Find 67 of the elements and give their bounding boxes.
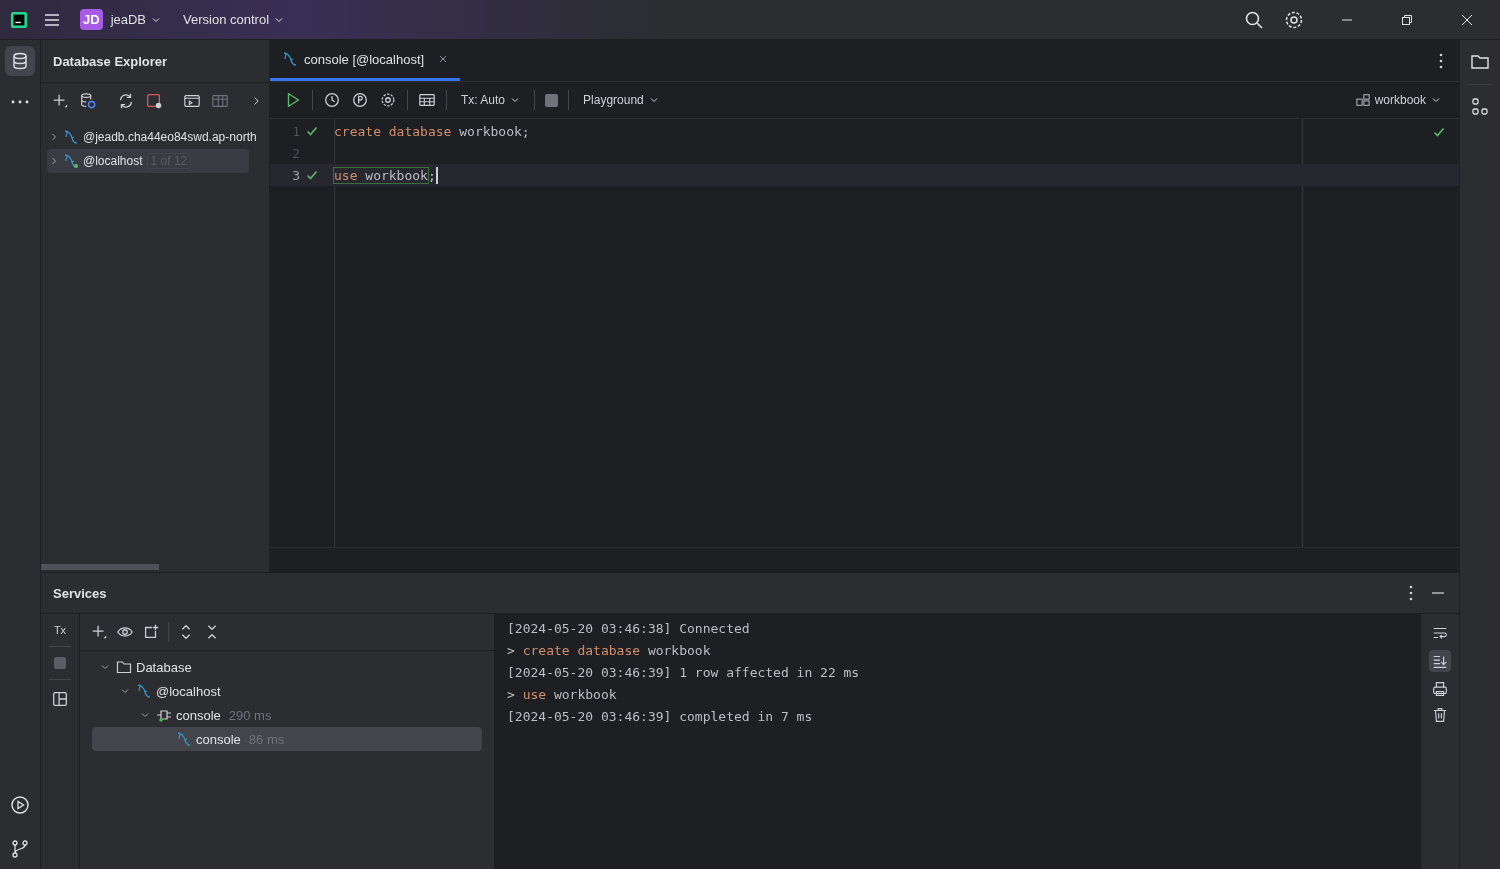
structure-icon[interactable] — [1470, 97, 1490, 117]
scrollbar-thumb[interactable] — [41, 564, 159, 570]
restore-icon[interactable] — [1401, 13, 1413, 26]
close-icon[interactable] — [1461, 13, 1473, 26]
datasource-icon — [176, 731, 192, 747]
chevron-down-icon — [648, 95, 659, 105]
line-number: 3 — [291, 167, 300, 183]
datasource-icon — [136, 683, 152, 699]
chevron-down-icon[interactable] — [100, 662, 110, 672]
plug-icon — [156, 707, 172, 723]
chevron-down-icon[interactable] — [120, 686, 130, 696]
code-line: create database workbook; — [334, 123, 530, 139]
settings-icon[interactable] — [379, 91, 397, 109]
console-icon[interactable] — [183, 92, 201, 110]
more-icon[interactable] — [1439, 52, 1443, 69]
print-icon[interactable] — [1431, 680, 1449, 698]
refresh-icon[interactable] — [117, 92, 135, 110]
folder-icon[interactable] — [1470, 52, 1490, 72]
schema-dropdown[interactable]: workbook — [1351, 93, 1445, 107]
folder-icon — [116, 659, 132, 675]
project-menu[interactable]: JD jeaDB — [76, 9, 166, 30]
transaction-button[interactable]: Tx — [53, 624, 67, 636]
service-item[interactable]: @localhost — [92, 679, 482, 703]
datasource-icon — [63, 153, 79, 169]
search-icon[interactable] — [1244, 9, 1264, 30]
add-icon[interactable] — [90, 623, 108, 641]
chevron-down-icon — [510, 95, 521, 105]
datasource-item[interactable]: @jeadb.cha44eo84swd.ap-north — [47, 125, 263, 149]
chevron-down-icon — [1431, 95, 1441, 105]
chevron-right-icon — [49, 132, 59, 142]
database-icon — [10, 51, 30, 71]
mode-dropdown[interactable]: Playground — [579, 93, 663, 107]
service-item[interactable]: console 290 ms — [92, 703, 482, 727]
history-icon[interactable] — [323, 91, 341, 109]
log-line: > create database workbook — [507, 642, 712, 660]
schema-icon — [1355, 93, 1370, 107]
chevron-right-icon — [49, 156, 59, 166]
datasource-icon — [282, 51, 298, 67]
transaction-mode-dropdown[interactable]: Tx: Auto — [457, 93, 525, 107]
log-line: [2024-05-20 03:46:39] 1 row affected in 22 ms — [507, 664, 861, 682]
code-line: use workbook; — [334, 166, 438, 184]
database-settings-icon[interactable] — [79, 92, 97, 110]
git-branch-icon[interactable] — [10, 839, 30, 859]
chevron-down-icon[interactable] — [140, 710, 150, 720]
disconnect-icon[interactable] — [145, 92, 163, 110]
panel-title: Services — [53, 585, 107, 601]
database-tool-button[interactable] — [5, 46, 35, 76]
services-icon[interactable] — [10, 795, 30, 815]
add-icon[interactable] — [51, 92, 69, 110]
trash-icon[interactable] — [1431, 706, 1449, 724]
datasource-icon — [63, 129, 79, 145]
close-icon[interactable] — [438, 54, 449, 64]
log-line: [2024-05-20 03:46:39] completed in 7 ms — [507, 708, 814, 726]
table-icon[interactable] — [418, 91, 436, 109]
panel-title: Database Explorer — [53, 53, 168, 69]
more-icon[interactable] — [1409, 585, 1413, 601]
log-line: [2024-05-20 03:46:38] Connected — [507, 620, 751, 638]
service-item[interactable]: Database — [92, 655, 482, 679]
stop-button[interactable] — [545, 93, 559, 107]
log-line: > use workbook — [507, 686, 618, 704]
app-logo-icon[interactable] — [10, 10, 28, 29]
new-tab-icon[interactable] — [142, 623, 160, 641]
settings-icon[interactable] — [1284, 9, 1304, 30]
version-control-menu[interactable]: Version control — [179, 12, 289, 27]
scroll-to-end-button[interactable] — [1429, 650, 1451, 672]
layout-icon[interactable] — [51, 690, 69, 708]
parameters-icon[interactable] — [351, 91, 369, 109]
